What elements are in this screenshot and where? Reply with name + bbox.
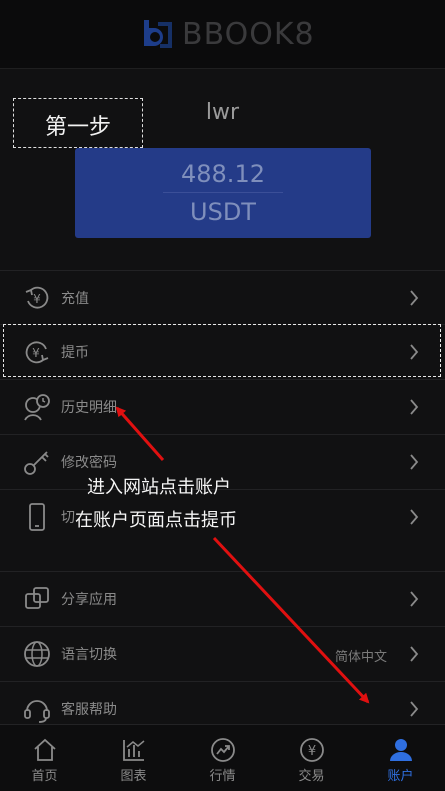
brand-logo: BBOOK8 (140, 16, 315, 52)
tab-label: 行情 (209, 769, 236, 784)
home-icon (34, 738, 56, 761)
headset-icon (24, 700, 50, 723)
chevron-right-icon (410, 646, 419, 662)
chevron-right-icon (410, 290, 419, 306)
balance-card: 488.12 USDT (75, 148, 371, 238)
yen-coin-icon: ¥ (300, 738, 324, 762)
svg-text:¥: ¥ (33, 292, 41, 306)
chevron-right-icon (410, 454, 419, 470)
tab-home[interactable]: 首页 (0, 725, 89, 791)
app-header: BBOOK8 (0, 0, 445, 69)
menu-label-history: 历史明细 (61, 400, 117, 416)
menu-item-recharge[interactable]: ¥ 充值 (0, 270, 445, 325)
chevron-right-icon (410, 701, 419, 717)
balance-divider (163, 192, 283, 193)
chart-icon (123, 740, 145, 761)
menu-item-language[interactable]: 语言切换 简体中文 (0, 626, 445, 681)
chevron-right-icon (410, 591, 419, 607)
tab-label: 首页 (31, 769, 58, 784)
tab-label: 账户 (387, 769, 414, 784)
menu-label-support: 客服帮助 (61, 702, 117, 718)
share-icon (25, 587, 49, 609)
bottom-tab-bar: 首页 图表 行情 ¥ 交易 账户 (0, 724, 445, 791)
trend-icon (211, 738, 235, 762)
menu-item-share-app[interactable]: 分享应用 (0, 571, 445, 626)
brand-name: BBOOK8 (182, 16, 315, 52)
brand-logo-icon (144, 20, 172, 48)
key-icon (24, 451, 49, 475)
step-label: 第一步 (44, 115, 111, 140)
phone-icon (29, 503, 45, 531)
globe-icon (24, 641, 50, 667)
recharge-icon: ¥ (25, 286, 49, 309)
language-current-value: 简体中文 (334, 650, 387, 665)
menu-label-language: 语言切换 (61, 647, 117, 663)
svg-text:¥: ¥ (308, 744, 316, 759)
menu-item-history[interactable]: 历史明细 (0, 379, 445, 434)
menu-label-share-app: 分享应用 (61, 592, 117, 608)
tab-label: 图表 (120, 769, 147, 784)
menu-label-recharge: 充值 (61, 291, 89, 307)
chevron-right-icon (410, 399, 419, 415)
menu-label-switch: 切 (61, 510, 75, 526)
history-icon (24, 394, 50, 421)
user-icon (390, 739, 412, 761)
tab-market[interactable]: 行情 (178, 725, 267, 791)
tab-trade[interactable]: ¥ 交易 (267, 725, 356, 791)
instruction-text-2: 在账户页面点击提币 (75, 510, 237, 531)
tab-label: 交易 (298, 769, 325, 784)
balance-value: 488.12 (181, 160, 265, 188)
tab-chart[interactable]: 图表 (89, 725, 178, 791)
tab-account[interactable]: 账户 (356, 725, 445, 791)
instruction-text-1: 进入网站点击账户 (87, 477, 231, 498)
menu-label-change-password: 修改密码 (61, 455, 117, 471)
step-label-box: 第一步 (13, 98, 143, 148)
balance-currency: USDT (190, 198, 256, 226)
chevron-right-icon (410, 509, 419, 525)
withdraw-highlight-box (3, 324, 441, 377)
